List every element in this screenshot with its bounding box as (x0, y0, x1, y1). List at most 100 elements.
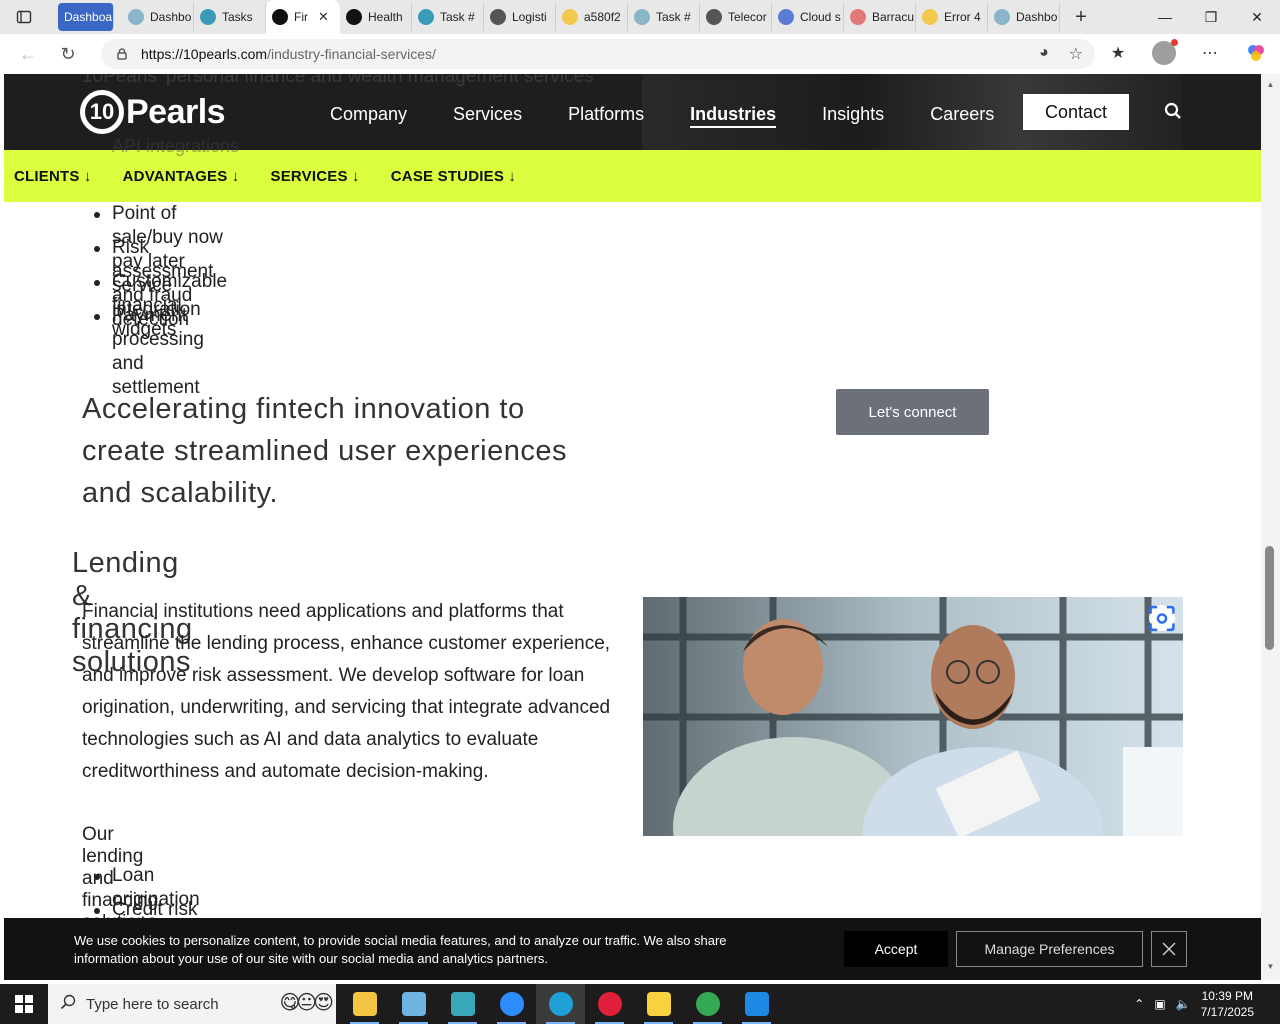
edge-icon (548, 992, 573, 1016)
browser-tab[interactable]: Health (340, 3, 412, 31)
taskbar-app-chrome[interactable] (683, 984, 732, 1024)
restore-button[interactable]: ❐ (1188, 0, 1234, 34)
browser-tab[interactable]: Task # (412, 3, 484, 31)
subnav-item[interactable]: CASE STUDIES ↓ (391, 168, 516, 185)
cookie-manage-preferences-button[interactable]: Manage Preferences (956, 931, 1143, 967)
visual-search-button[interactable] (1149, 605, 1175, 631)
contact-button[interactable]: Contact (1023, 94, 1129, 130)
logo-word: Pearls (126, 92, 226, 131)
tab-label: Error 4 (944, 10, 981, 24)
nav-item-company[interactable]: Company (330, 104, 407, 128)
cookie-accept-button[interactable]: Accept (844, 931, 948, 967)
close-tab-icon[interactable]: ✕ (318, 9, 329, 25)
chrome-icon (695, 992, 720, 1016)
profile-button[interactable] (1150, 39, 1178, 67)
nav-item-industries[interactable]: Industries (690, 104, 777, 128)
browser-tab[interactable]: Telecor (700, 3, 772, 31)
tab-label: Barracu (872, 10, 915, 24)
browser-tab[interactable]: Dashbo (122, 3, 194, 31)
page-scrollbar[interactable]: ▲ ▼ (1261, 74, 1280, 980)
taskbar-app-edge[interactable] (536, 984, 585, 1024)
taskbar-app-file-explorer[interactable] (340, 984, 389, 1024)
start-button[interactable] (0, 984, 48, 1024)
close-icon (1162, 942, 1176, 956)
copilot-icon[interactable] (1242, 39, 1270, 67)
tab-label: Dashbo (150, 10, 192, 24)
browser-tab[interactable]: Dashboa (58, 3, 114, 31)
refresh-button[interactable]: ↻ (48, 34, 88, 74)
volume-icon[interactable]: 🔈 (1176, 997, 1191, 1011)
lets-connect-button[interactable]: Let's connect (836, 389, 989, 435)
favorite-star-icon[interactable]: ☆ (1069, 44, 1083, 64)
tab-favicon-icon (346, 9, 362, 25)
tab-label: Cloud s (800, 10, 841, 24)
tab-favicon-icon (850, 9, 866, 25)
nav-item-careers[interactable]: Careers (930, 104, 994, 128)
browser-tab[interactable]: Tasks (194, 3, 266, 31)
tab-actions-icon (16, 10, 32, 24)
url-host: https://10pearls.com (141, 46, 268, 62)
site-info-icon[interactable] (115, 47, 129, 61)
scrollbar-thumb[interactable] (1265, 546, 1274, 650)
nav-item-services[interactable]: Services (453, 104, 522, 128)
address-bar[interactable]: https://10pearls.com/industry-financial-… (101, 39, 1095, 69)
browser-tab[interactable]: a580f2 (556, 3, 628, 31)
app-diamond-icon (450, 992, 475, 1016)
browser-tab[interactable]: Error 4 (916, 3, 988, 31)
cookie-close-button[interactable] (1151, 931, 1187, 967)
taskbar-app-zoom[interactable] (487, 984, 536, 1024)
10pearls-logo[interactable]: 10 Pearls (80, 90, 226, 134)
favorites-icon[interactable]: ★ (1104, 39, 1132, 67)
browser-tab[interactable]: Dashbo (988, 3, 1060, 31)
tab-label: Health (368, 10, 403, 24)
browser-tab[interactable]: Barracu (844, 3, 916, 31)
tab-favicon-icon (634, 9, 650, 25)
scroll-up-arrow[interactable]: ▲ (1261, 80, 1280, 89)
taskbar-app-opera[interactable] (585, 984, 634, 1024)
tab-list: Dashboa Dashbo Tasks Fir ✕ Health Task # Logist… (48, 0, 1060, 34)
nav-item-platforms[interactable]: Platforms (568, 104, 644, 128)
tab-favicon-icon (272, 9, 288, 25)
subnav-item[interactable]: CLIENTS ↓ (14, 168, 92, 185)
scrolled-text-behind-header: 10Pearls' personal finance and wealth ma… (82, 74, 594, 87)
network-icon[interactable]: ▣ (1154, 997, 1165, 1011)
taskbar-search-box[interactable]: Type here to search 😋😐😍 (48, 984, 336, 1024)
tab-actions-button[interactable] (0, 0, 48, 34)
clock[interactable]: 10:39 PM 7/17/2025 (1201, 988, 1254, 1020)
tab-favicon-icon (778, 9, 794, 25)
browser-tab[interactable]: Task # (628, 3, 700, 31)
taskbar-app-app-diamond[interactable] (438, 984, 487, 1024)
taskbar-app-paint[interactable] (389, 984, 438, 1024)
subnav-item[interactable]: ADVANTAGES ↓ (123, 168, 240, 185)
minimize-button[interactable]: — (1142, 0, 1188, 34)
reading-mode-icon[interactable]: ◕ (1039, 44, 1049, 64)
tab-label: a580f2 (584, 10, 621, 24)
browser-toolbar: ← ↻ https://10pearls.com/industry-financ… (0, 34, 1280, 74)
scroll-down-arrow[interactable]: ▼ (1261, 962, 1280, 971)
file-explorer-icon (352, 992, 377, 1016)
close-window-button[interactable]: ✕ (1234, 0, 1280, 34)
back-button[interactable]: ← (8, 34, 48, 74)
scrolled-text-behind-subnav: API integrations (112, 136, 240, 156)
taskbar-app-sticky-notes[interactable] (634, 984, 683, 1024)
browser-tab[interactable]: Cloud s (772, 3, 844, 31)
browser-tab[interactable]: Logisti (484, 3, 556, 31)
search-icon (60, 994, 76, 1014)
windows-logo-icon (15, 995, 33, 1013)
show-hidden-icons-chevron-icon[interactable]: ⌃ (1134, 997, 1144, 1011)
site-search-button[interactable] (1164, 102, 1182, 125)
page-viewport: Point of sale/buy now pay later service … (4, 74, 1261, 980)
taskbar-app-vscode[interactable] (732, 984, 781, 1024)
tab-label: Tasks (222, 10, 253, 24)
browser-tab[interactable]: Fir ✕ (266, 0, 340, 34)
new-tab-button[interactable]: + (1066, 6, 1096, 29)
subnav-item[interactable]: SERVICES ↓ (271, 168, 360, 185)
system-tray: ⌃ ▣ 🔈 10:39 PM 7/17/2025 (1134, 984, 1270, 1024)
nav-item-insights[interactable]: Insights (822, 104, 884, 128)
more-menu-icon[interactable]: ⋯ (1196, 39, 1224, 67)
tab-favicon-icon (200, 9, 216, 25)
avatar (1152, 39, 1178, 65)
tab-label: Task # (656, 10, 691, 24)
tab-favicon-icon (128, 9, 144, 25)
list-item: Customizable financial widgets (93, 271, 228, 340)
